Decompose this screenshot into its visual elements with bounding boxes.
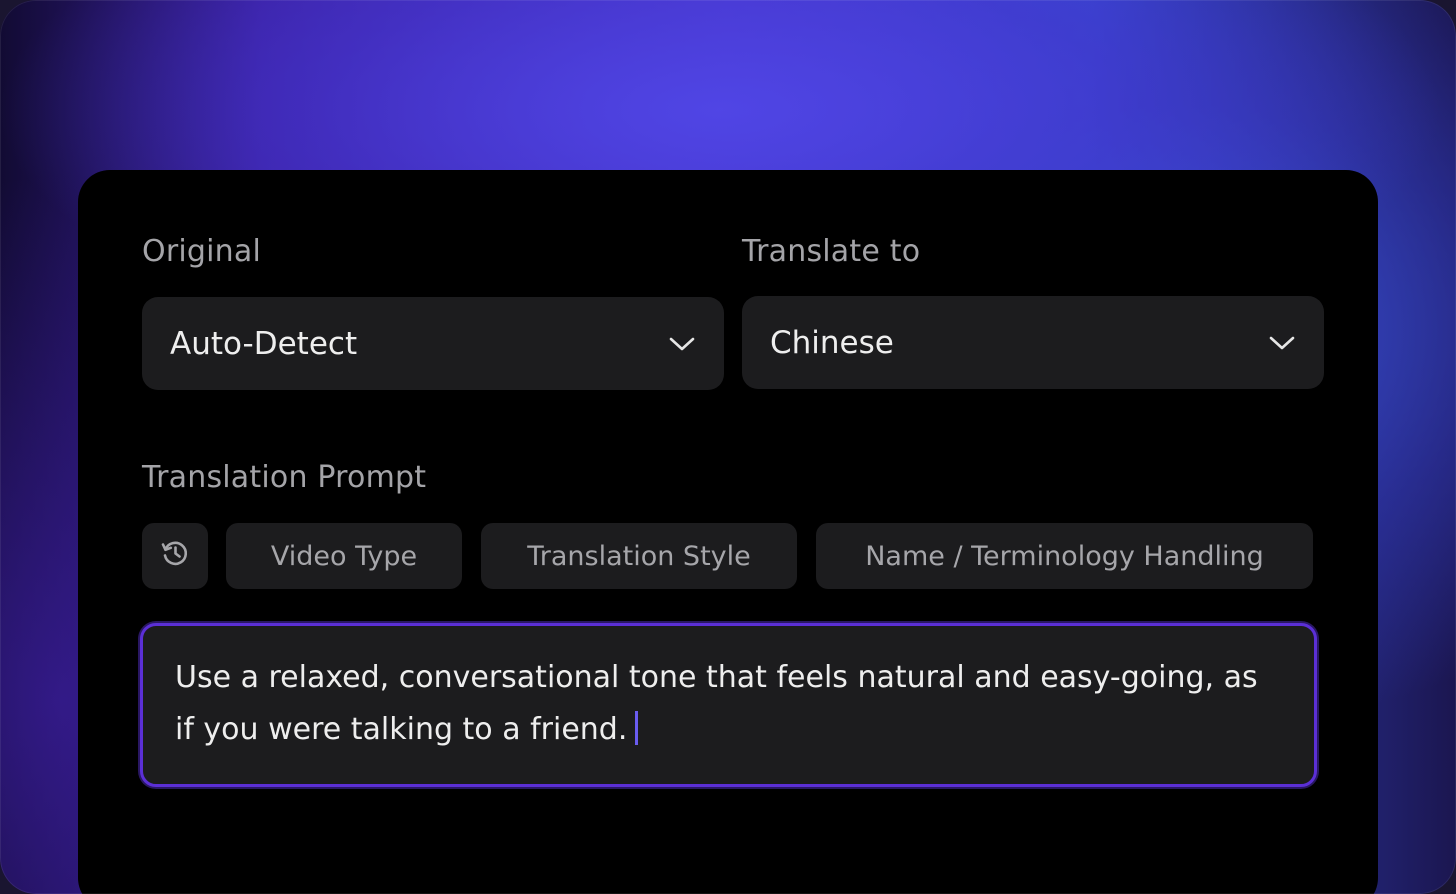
translate-to-label: Translate to [742,234,921,269]
original-label: Original [142,234,261,269]
name-terminology-chip[interactable]: Name / Terminology Handling [816,523,1313,589]
target-language-select[interactable]: Chinese [742,296,1324,389]
translation-style-chip[interactable]: Translation Style [481,523,797,589]
history-button[interactable] [142,523,208,589]
background-frame: Original Translate to Auto-Detect Chines… [0,0,1456,894]
translation-settings-panel: Original Translate to Auto-Detect Chines… [78,170,1378,894]
history-icon [159,537,191,576]
chevron-down-icon [1268,329,1296,357]
translation-prompt-text: Use a relaxed, conversational tone that … [175,660,1258,747]
original-language-select[interactable]: Auto-Detect [142,297,724,390]
video-type-chip[interactable]: Video Type [226,523,462,589]
text-caret [635,711,639,745]
target-language-value: Chinese [770,324,894,361]
translation-prompt-input[interactable]: Use a relaxed, conversational tone that … [140,623,1317,787]
chevron-down-icon [668,330,696,358]
translation-prompt-label: Translation Prompt [142,460,427,495]
original-language-value: Auto-Detect [170,325,358,362]
